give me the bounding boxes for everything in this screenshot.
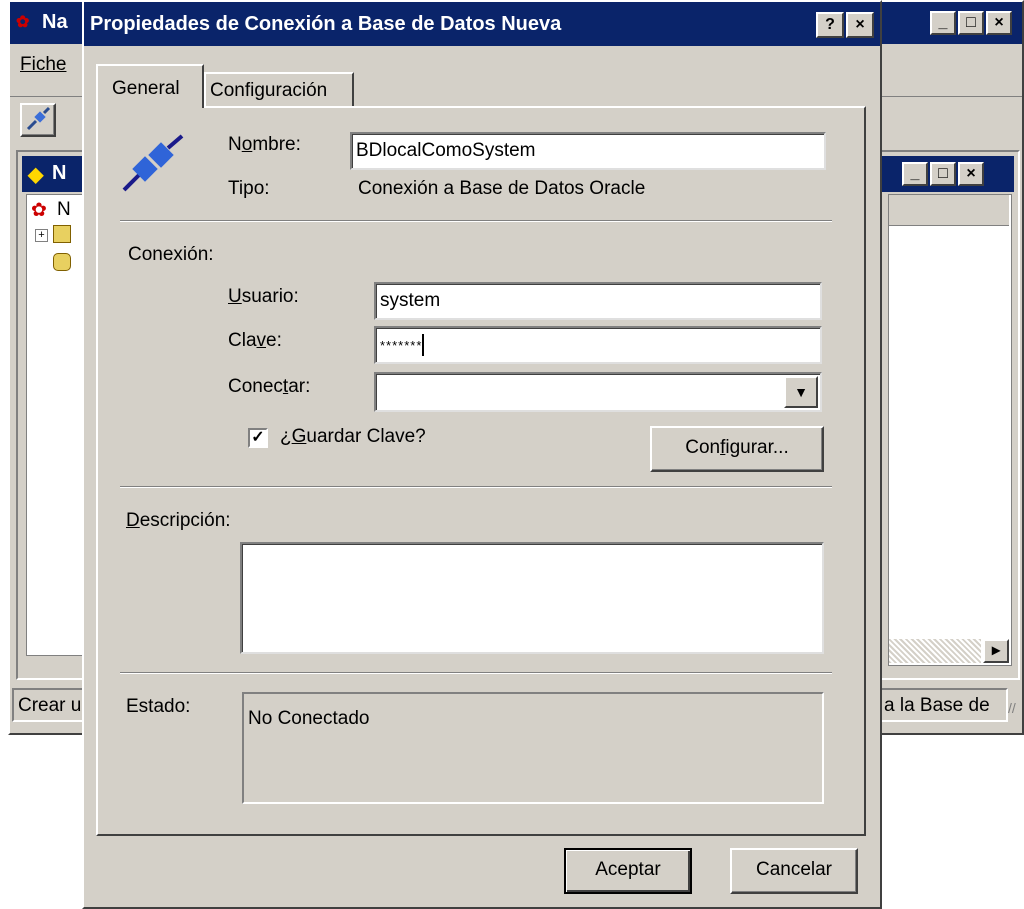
tab-configuracion-label: Configuración — [210, 80, 328, 101]
clave-value: ******* — [380, 338, 423, 353]
dialog-close-button[interactable]: × — [846, 12, 874, 38]
tab-configuracion[interactable]: Configuración — [204, 72, 354, 108]
scroll-right-button[interactable]: ▸ — [983, 639, 1009, 663]
background-window-controls: _ □ × — [930, 11, 1020, 37]
cancelar-label: Cancelar — [755, 859, 833, 880]
nombre-value: BDlocalComoSystem — [356, 140, 536, 161]
conectar-label: Conectar: — [228, 376, 311, 397]
plug-icon — [26, 106, 51, 131]
inner-window-title: N — [52, 162, 67, 184]
tree-folder-icon — [53, 225, 71, 243]
dropdown-arrow-icon[interactable]: ▼ — [784, 376, 818, 408]
status-left-text: Crear u — [18, 695, 82, 716]
close-button[interactable]: × — [986, 11, 1012, 35]
clave-input[interactable]: ******* — [374, 326, 822, 364]
aceptar-button[interactable]: Aceptar — [564, 848, 692, 894]
tipo-label: Tipo: — [228, 178, 270, 199]
help-button[interactable]: ? — [816, 12, 844, 38]
maximize-button[interactable]: □ — [958, 11, 984, 35]
menu-fichero[interactable]: Fiche — [20, 54, 66, 76]
inner-minimize-button[interactable]: _ — [902, 162, 928, 186]
clave-label: Clave: — [228, 330, 282, 351]
tree-root-icon: ✿ — [31, 200, 47, 221]
connect-toolbar-button[interactable] — [20, 103, 56, 137]
resize-grip-icon[interactable]: // — [1008, 700, 1016, 716]
tree-root-label[interactable]: N — [57, 199, 71, 221]
status-right-text: a la Base de — [884, 695, 990, 716]
descripcion-textarea[interactable] — [240, 542, 824, 654]
minimize-button[interactable]: _ — [930, 11, 956, 35]
usuario-label: Usuario: — [228, 286, 299, 307]
tab-general-label: General — [112, 78, 180, 99]
inner-maximize-button[interactable]: □ — [930, 162, 956, 186]
conexion-heading: Conexión: — [128, 244, 214, 265]
tree-database-icon — [53, 253, 71, 271]
separator-3 — [120, 672, 832, 674]
usuario-input[interactable]: system — [374, 282, 822, 320]
inner-window-controls: _ □ × — [902, 162, 992, 188]
nombre-label: Nombre: — [228, 134, 301, 155]
configurar-button[interactable]: Configurar... — [650, 426, 824, 472]
conectar-select[interactable]: ▼ — [374, 372, 822, 412]
aceptar-label: Aceptar — [595, 859, 661, 880]
list-scroll-track[interactable] — [889, 639, 981, 663]
properties-dialog: Propiedades de Conexión a Base de Datos … — [82, 0, 882, 909]
separator-1 — [120, 220, 832, 222]
background-window-title: Na — [42, 11, 68, 33]
inner-close-button[interactable]: × — [958, 162, 984, 186]
estado-box: No Conectado — [242, 692, 824, 804]
cancelar-button[interactable]: Cancelar — [730, 848, 858, 894]
guardar-clave-checkbox[interactable]: ✓ — [248, 428, 268, 448]
dialog-title: Propiedades de Conexión a Base de Datos … — [90, 13, 562, 35]
dialog-title-bar: Propiedades de Conexión a Base de Datos … — [84, 2, 880, 46]
estado-label: Estado: — [126, 696, 191, 717]
connection-plug-icon — [122, 134, 184, 192]
app-icon: ✿ — [16, 14, 30, 31]
status-right: a la Base de — [878, 688, 1008, 722]
folder-icon: ◆ — [28, 164, 44, 186]
descripcion-label: Descripción: — [126, 510, 231, 531]
tab-general[interactable]: General — [96, 64, 204, 108]
list-view[interactable]: ▸ — [888, 194, 1012, 666]
separator-2 — [120, 486, 832, 488]
list-header — [889, 195, 1009, 226]
tree-expand-icon[interactable]: + — [35, 229, 48, 242]
usuario-value: system — [380, 290, 441, 311]
tipo-value: Conexión a Base de Datos Oracle — [358, 178, 646, 199]
guardar-clave-label[interactable]: ¿Guardar Clave? — [280, 426, 426, 448]
estado-value: No Conectado — [248, 708, 370, 729]
text-cursor — [422, 333, 425, 356]
nombre-input[interactable]: BDlocalComoSystem — [350, 132, 826, 170]
